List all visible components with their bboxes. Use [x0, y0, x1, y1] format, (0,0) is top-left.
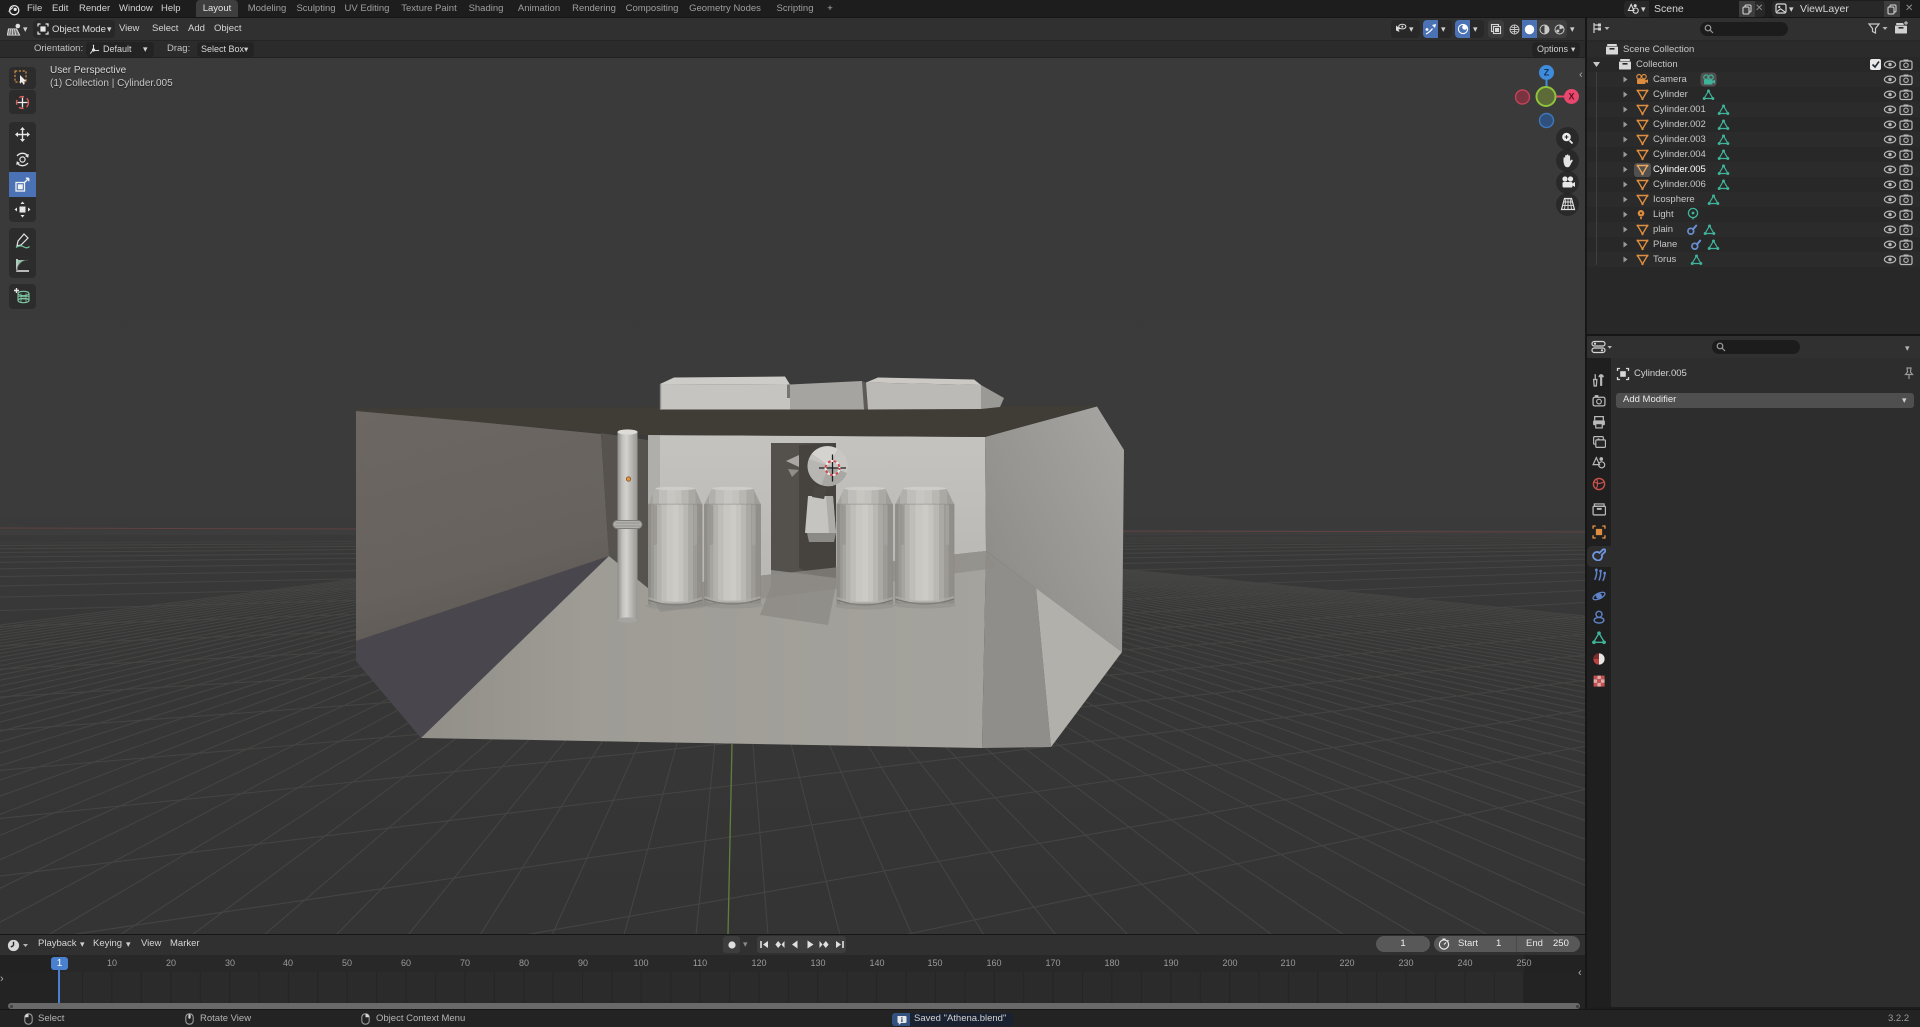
svg-text:Z: Z [1544, 68, 1550, 78]
svg-text:X: X [1568, 92, 1574, 102]
